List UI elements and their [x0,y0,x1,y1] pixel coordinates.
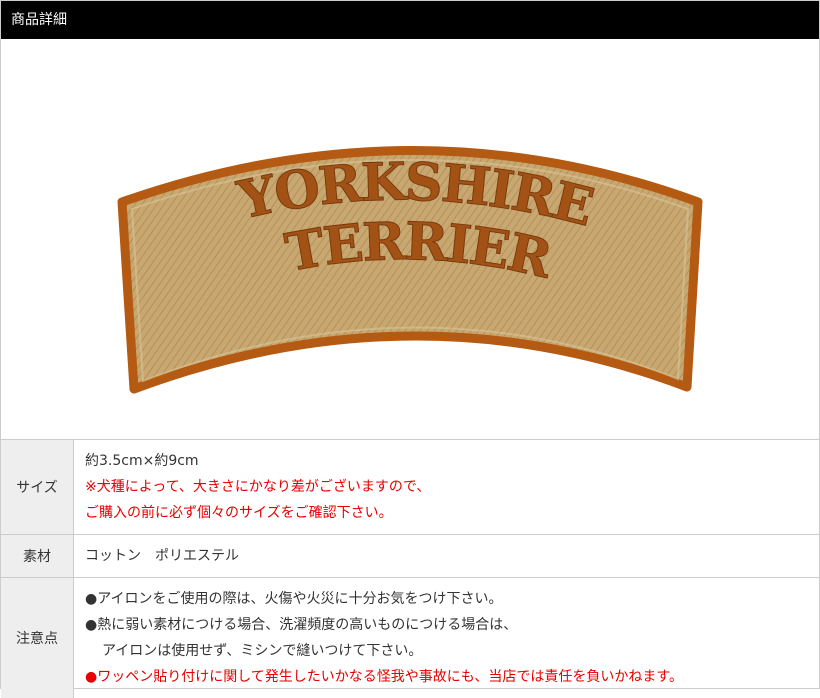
spec-value-size: 約3.5cm×約9cm ※犬種によって、大きさにかなり差がございますので、 ご購… [74,440,820,535]
product-detail-panel: 商品詳細 YORKSHIRE TERRIER サイズ [0,0,820,689]
note-line-2: ●熱に弱い素材につける場合、洗濯頻度の高いものにつける場合は、 [85,612,819,638]
patch-illustration: YORKSHIRE TERRIER [1,39,819,439]
size-warning-2: ご購入の前に必ず個々のサイズをご確認下さい。 [85,500,819,526]
spec-row-size: サイズ 約3.5cm×約9cm ※犬種によって、大きさにかなり差がございますので… [1,440,819,535]
size-value: 約3.5cm×約9cm [85,448,819,474]
spec-value-material: コットン ポリエステル [74,535,820,578]
note-line-4-warning: ●ワッペン貼り付けに関して発生したいかなる怪我や事故にも、当店では責任を負いかね… [85,664,819,690]
spec-table: サイズ 約3.5cm×約9cm ※犬種によって、大きさにかなり差がございますので… [1,439,819,698]
section-header: 商品詳細 [1,1,819,39]
note-line-1: ●アイロンをご使用の際は、火傷や火災に十分お気をつけ下さい。 [85,586,819,612]
spec-label-size: サイズ [1,440,74,535]
spec-value-notes: ●アイロンをご使用の際は、火傷や火災に十分お気をつけ下さい。 ●熱に弱い素材につ… [74,578,820,698]
note-line-3: アイロンは使用せず、ミシンで縫いつけて下さい。 [85,638,819,664]
spec-label-notes: 注意点 [1,578,74,698]
size-warning-1: ※犬種によって、大きさにかなり差がございますので、 [85,474,819,500]
spec-row-notes: 注意点 ●アイロンをご使用の際は、火傷や火災に十分お気をつけ下さい。 ●熱に弱い… [1,578,819,698]
material-value: コットン ポリエステル [85,543,819,569]
product-image: YORKSHIRE TERRIER [1,39,819,439]
section-title: 商品詳細 [11,12,67,28]
spec-row-material: 素材 コットン ポリエステル [1,535,819,578]
spec-label-material: 素材 [1,535,74,578]
